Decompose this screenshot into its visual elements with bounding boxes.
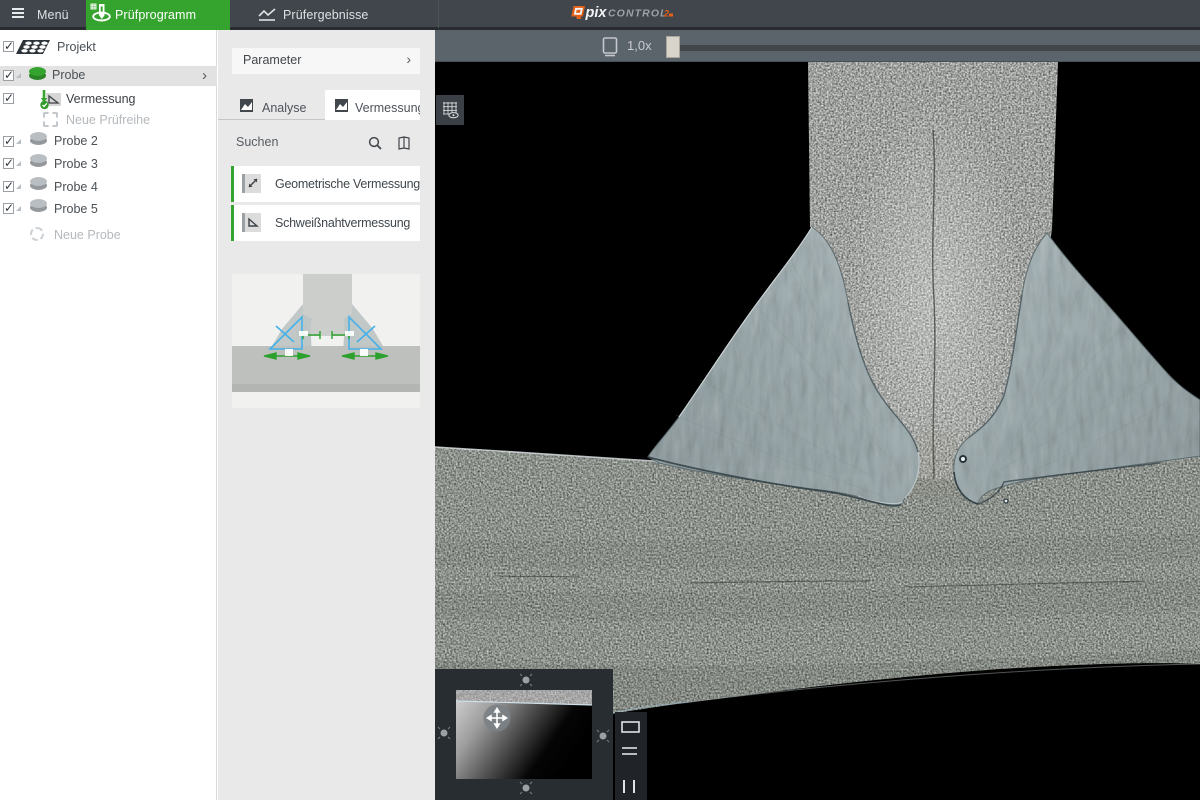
svg-text:pix: pix [585, 5, 608, 21]
svg-text:CONTROL: CONTROL [608, 8, 668, 20]
svg-text:2: 2 [663, 9, 669, 19]
